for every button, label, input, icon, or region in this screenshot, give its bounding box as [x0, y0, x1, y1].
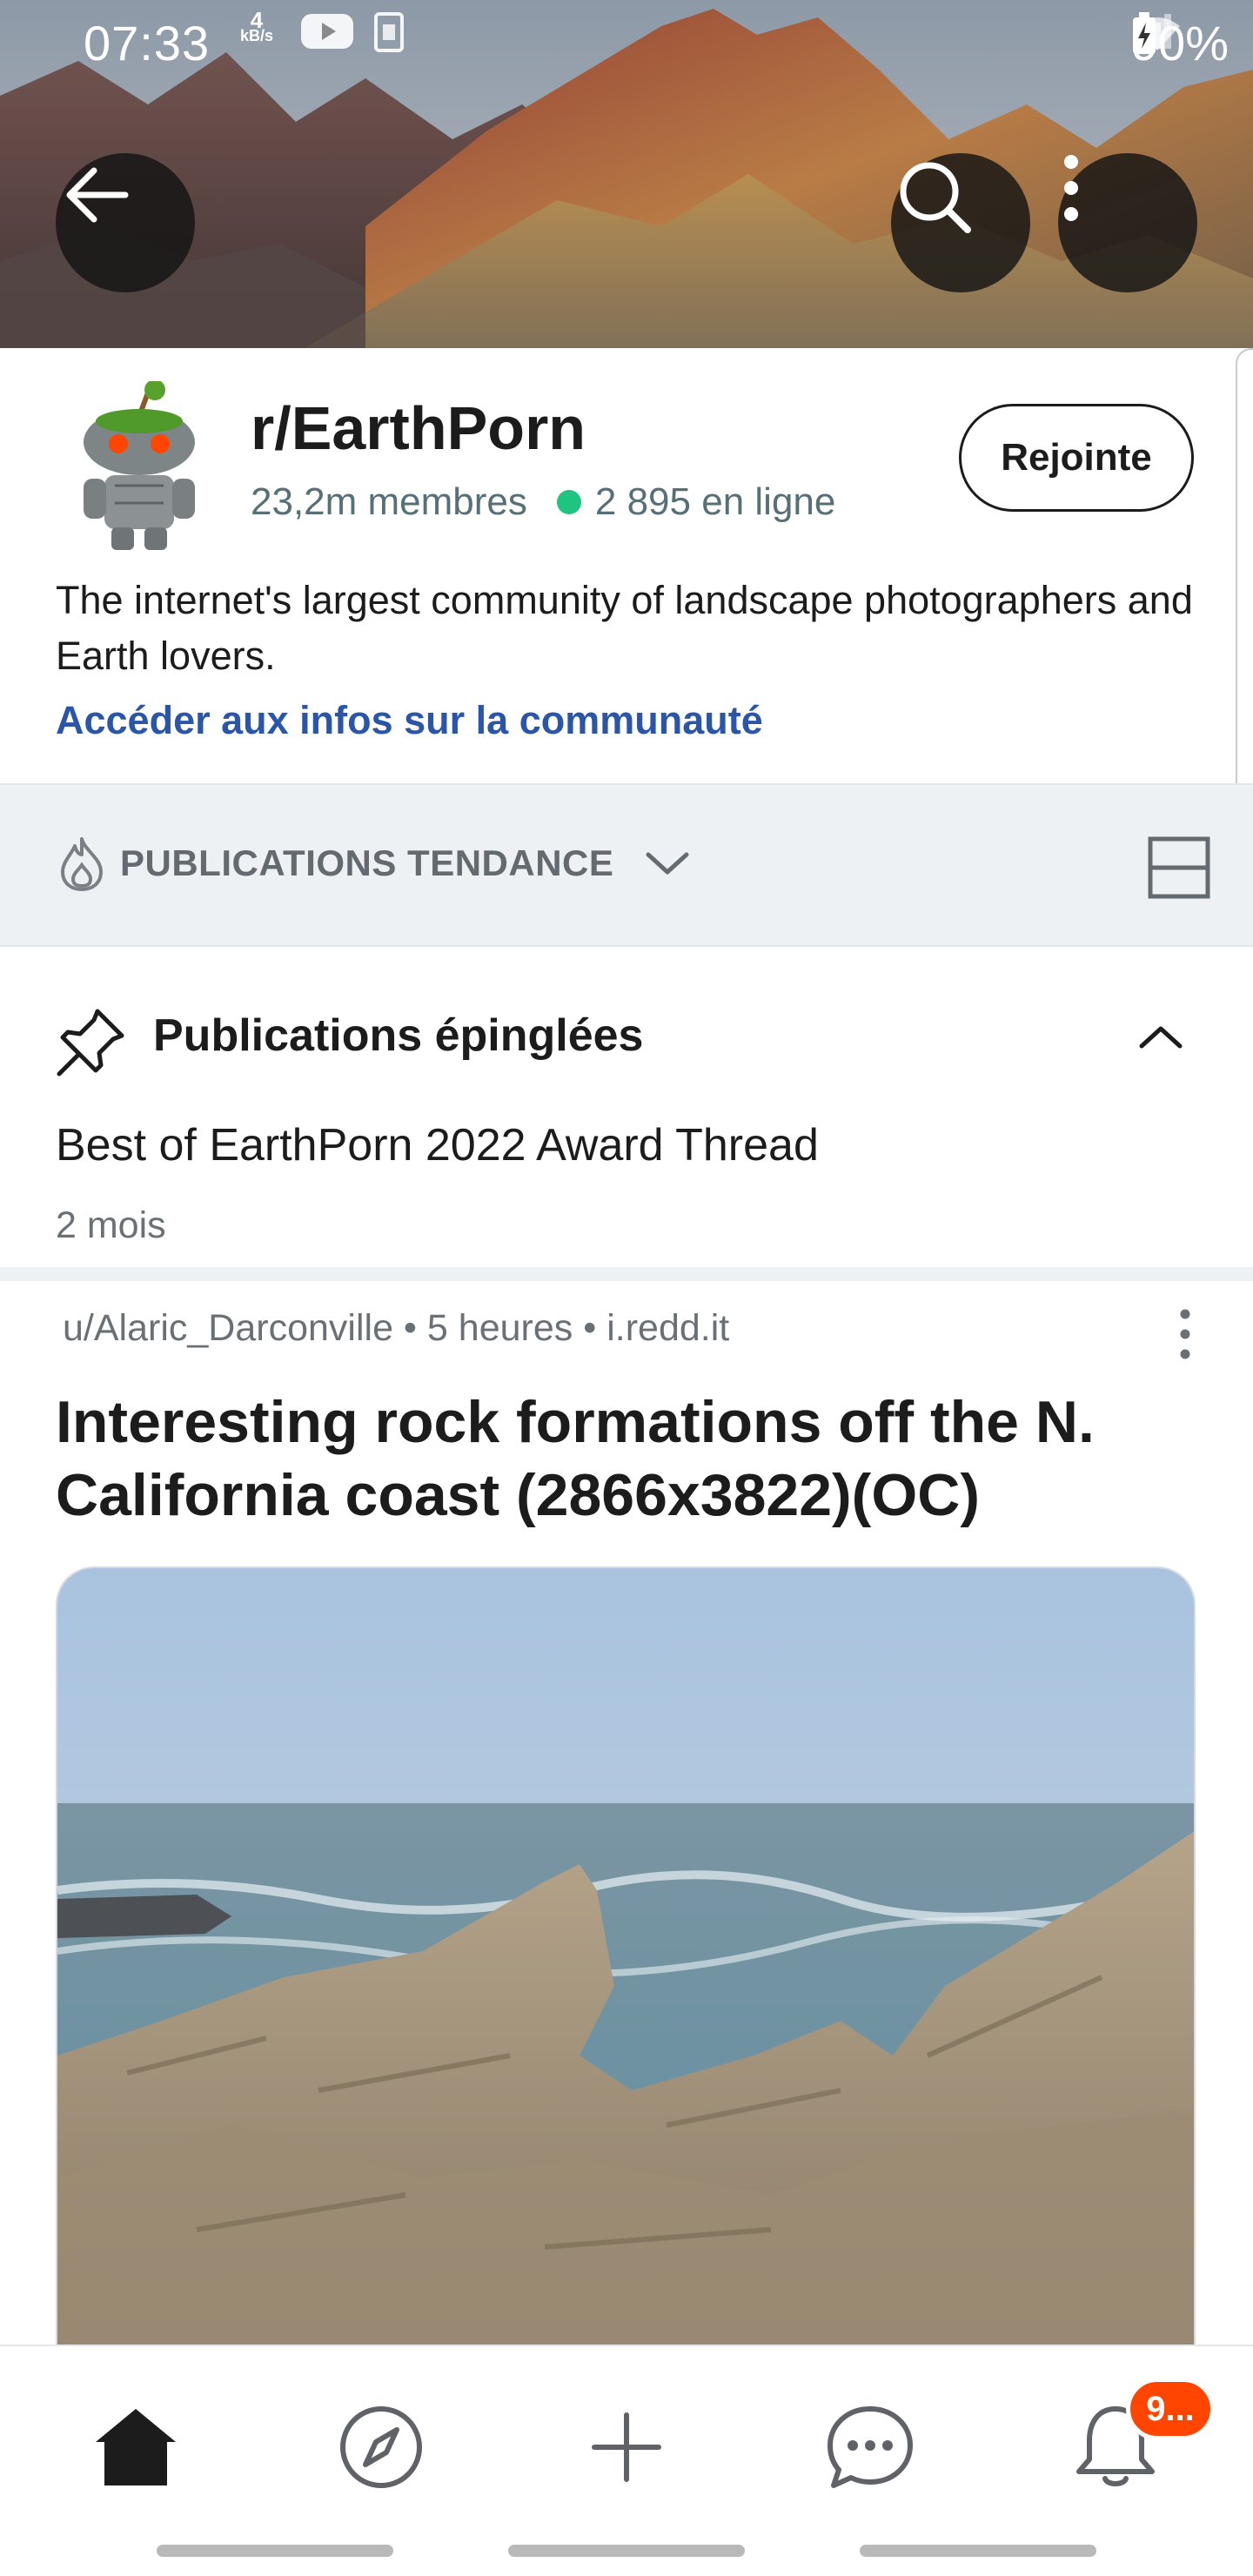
pinned-post-title[interactable]: Best of EarthPorn 2022 Award Thread: [56, 1119, 819, 1171]
status-right-group: 90%: [1131, 12, 1229, 73]
sort-bar: PUBLICATIONS TENDANCE: [0, 783, 1253, 947]
community-header: r/EarthPorn 23,2m membres 2 895 en ligne…: [0, 348, 1253, 827]
search-button[interactable]: [891, 153, 1030, 292]
online-count: 2 895 en ligne: [594, 480, 836, 523]
post-meta[interactable]: u/Alaric_Darconville • 5 heures • i.redd…: [63, 1307, 729, 1350]
online-indicator: [556, 490, 581, 514]
nav-chat[interactable]: [818, 2395, 922, 2499]
community-description: The internet's largest community of land…: [56, 578, 1193, 678]
sort-label: PUBLICATIONS TENDANCE: [120, 842, 614, 883]
arrow-left-icon: [66, 167, 129, 223]
flame-icon: [61, 837, 103, 891]
card-layout-icon: [1148, 836, 1210, 899]
create-icon: [592, 2412, 661, 2482]
more-vertical-icon: [1064, 155, 1078, 221]
pin-icon: [54, 1006, 127, 1083]
collapse-pinned-button[interactable]: [1136, 1020, 1185, 1059]
community-stats: 23,2m membres 2 895 en ligne: [251, 480, 835, 524]
layout-toggle-button[interactable]: [1147, 835, 1211, 904]
status-time: 07:33: [84, 15, 211, 70]
post-image[interactable]: [56, 1566, 1196, 2350]
sort-dropdown[interactable]: PUBLICATIONS TENDANCE: [56, 835, 692, 891]
community-info-link[interactable]: Accéder aux infos sur la communauté: [56, 698, 763, 743]
search-icon: [900, 162, 971, 233]
pinned-section-title: Publications épinglées: [153, 1010, 644, 1061]
nav-create[interactable]: [574, 2395, 679, 2499]
stone-snoo-avatar-icon: [84, 379, 195, 550]
back-button[interactable]: [56, 153, 195, 292]
explore-icon: [340, 2406, 422, 2488]
divider: [0, 1267, 1253, 1281]
network-speed: 4 kB/s: [240, 7, 274, 73]
gesture-hint-center: [508, 2545, 745, 2557]
chevron-down-icon: [646, 852, 689, 875]
gesture-hint-right: [860, 2545, 1096, 2557]
chevron-up-icon: [1139, 1026, 1183, 1049]
network-speed-value: 4: [250, 7, 264, 33]
gesture-hint-left: [157, 2545, 393, 2557]
joined-button[interactable]: Rejointe: [959, 404, 1194, 512]
member-count: 23,2m membres: [251, 480, 527, 523]
more-options-button[interactable]: [1058, 153, 1197, 292]
chat-icon: [828, 2406, 913, 2488]
post-more-button[interactable]: [1175, 1307, 1196, 1365]
notification-badge: 9...: [1126, 2378, 1215, 2440]
post-title[interactable]: Interesting rock formations off the N. C…: [56, 1385, 1204, 1532]
post-card[interactable]: u/Alaric_Darconville • 5 heures • i.redd…: [0, 1281, 1253, 2350]
home-icon: [96, 2409, 176, 2485]
nav-explore[interactable]: [329, 2395, 433, 2499]
battery-charging-icon: [1132, 12, 1156, 54]
rock-coast-photo: [57, 1568, 1194, 2348]
more-vertical-icon: [1180, 1309, 1190, 1359]
nav-home[interactable]: [84, 2395, 188, 2499]
community-name: r/EarthPorn: [251, 394, 586, 462]
community-avatar[interactable]: [70, 379, 209, 555]
community-banner: 07:33 4 kB/s 90%: [0, 0, 1253, 348]
pinned-post-time: 2 mois: [56, 1204, 166, 1246]
scrollbar[interactable]: [1236, 348, 1253, 827]
bottom-navigation: 9...: [0, 2345, 1253, 2576]
pinned-posts-section: Publications épinglées Best of EarthPorn…: [0, 947, 1253, 1267]
network-speed-unit: kB/s: [240, 27, 274, 44]
